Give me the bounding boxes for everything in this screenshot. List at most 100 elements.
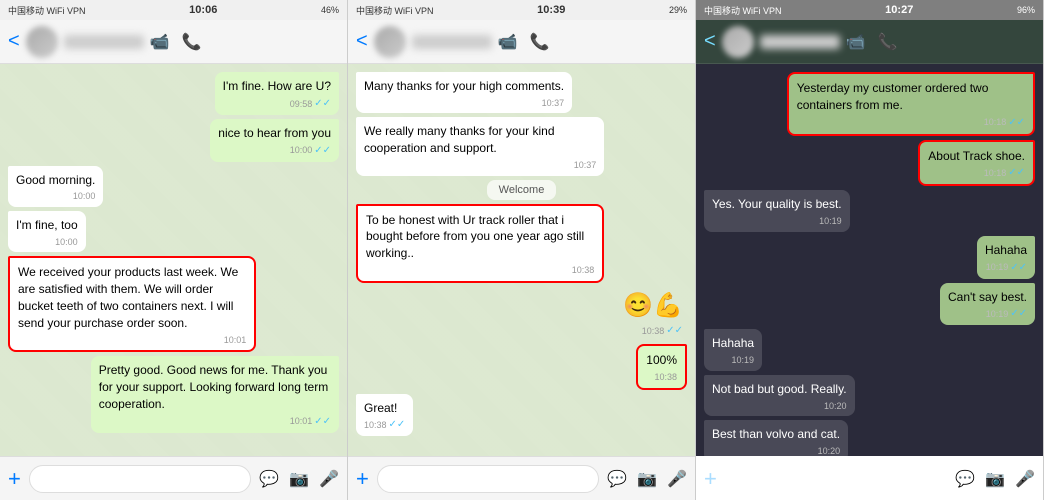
- chat-header: < 📹 📞: [0, 20, 347, 64]
- status-time: 10:06: [189, 4, 217, 16]
- message-text: Good morning.: [16, 172, 95, 189]
- message-time: 10:18✓✓: [797, 116, 1025, 130]
- camera-icon[interactable]: 📷: [985, 469, 1005, 489]
- video-call-icon[interactable]: 📹: [846, 32, 866, 52]
- message-input[interactable]: [29, 465, 251, 493]
- message-input[interactable]: [725, 465, 947, 493]
- input-bar: + 💬 📷 🎤: [0, 456, 347, 500]
- message-text: Great!: [364, 400, 405, 417]
- message-text: Hahaha: [712, 335, 754, 352]
- back-button[interactable]: <: [8, 30, 20, 53]
- message-bubble: To be honest with Ur track roller that i…: [356, 204, 604, 283]
- phone-3: 中国移动 WiFi VPN 10:27 96% < 📹 📞 Yesterday …: [696, 0, 1044, 500]
- message-time: 09:58✓✓: [223, 97, 331, 111]
- add-button[interactable]: +: [356, 466, 369, 492]
- message-row: Not bad but good. Really. 10:20: [704, 375, 1035, 416]
- message-row: nice to hear from you10:00✓✓: [8, 119, 339, 162]
- message-bubble: I'm fine, too10:00: [8, 211, 86, 252]
- sticker-icon[interactable]: 💬: [955, 469, 975, 489]
- message-text: I'm fine, too: [16, 217, 78, 234]
- voice-call-icon[interactable]: 📞: [530, 32, 550, 52]
- add-button[interactable]: +: [8, 466, 21, 492]
- message-row: I'm fine, too10:00: [8, 211, 339, 252]
- message-text: Yesterday my customer ordered two contai…: [797, 80, 1025, 114]
- input-bar: + 💬 📷 🎤: [348, 456, 695, 500]
- message-bubble: Great!10:38✓✓: [356, 394, 413, 437]
- status-bar: 中国移动 WiFi VPN 10:27 96%: [696, 0, 1043, 20]
- camera-icon[interactable]: 📷: [289, 469, 309, 489]
- video-call-icon[interactable]: 📹: [498, 32, 518, 52]
- message-time: 10:18✓✓: [928, 166, 1025, 180]
- message-row: To be honest with Ur track roller that i…: [356, 204, 687, 283]
- microphone-icon[interactable]: 🎤: [667, 469, 687, 489]
- chat-header: < 📹 📞: [696, 20, 1043, 64]
- status-battery: 46%: [321, 5, 339, 15]
- message-row: 😊💪10:38✓✓: [356, 287, 687, 341]
- message-time: 10:00✓✓: [218, 144, 331, 158]
- message-row: Good morning.10:00: [8, 166, 339, 207]
- microphone-icon[interactable]: 🎤: [1015, 469, 1035, 489]
- phone-1: 中国移动 WiFi VPN 10:06 46% < 📹 📞 I'm fine. …: [0, 0, 348, 500]
- message-time: 10:19✓✓: [985, 261, 1027, 275]
- message-time: 10:38: [646, 371, 677, 384]
- video-call-icon[interactable]: 📹: [150, 32, 170, 52]
- message-text: To be honest with Ur track roller that i…: [366, 212, 594, 262]
- welcome-message: Welcome: [487, 180, 557, 200]
- contact-name: [760, 35, 840, 49]
- status-bar: 中国移动 WiFi VPN 10:06 46%: [0, 0, 347, 20]
- message-bubble: Yes. Your quality is best.10:19: [704, 190, 850, 231]
- message-text: 100%: [646, 352, 677, 369]
- chat-header: < 📹 📞: [348, 20, 695, 64]
- message-row: Can't say best.10:19✓✓: [704, 283, 1035, 326]
- message-row: About Track shoe.10:18✓✓: [704, 140, 1035, 187]
- header-actions: 📹 📞: [150, 32, 202, 52]
- add-button[interactable]: +: [704, 466, 717, 492]
- message-bubble: Pretty good. Good news for me. Thank you…: [91, 356, 339, 432]
- sticker-icon[interactable]: 💬: [259, 469, 279, 489]
- message-row: Pretty good. Good news for me. Thank you…: [8, 356, 339, 432]
- microphone-icon[interactable]: 🎤: [319, 469, 339, 489]
- message-row: Yesterday my customer ordered two contai…: [704, 72, 1035, 136]
- message-bubble: Best than volvo and cat.10:20: [704, 420, 848, 456]
- message-text: We really many thanks for your kind coop…: [364, 123, 596, 157]
- message-bubble: About Track shoe.10:18✓✓: [918, 140, 1035, 187]
- back-button[interactable]: <: [356, 30, 368, 53]
- message-time: 10:38: [366, 264, 594, 277]
- message-bubble: nice to hear from you10:00✓✓: [210, 119, 339, 162]
- message-bubble: 100% 10:38: [636, 344, 687, 389]
- message-text: Not bad but good. Really.: [712, 381, 847, 398]
- message-row: Welcome: [356, 180, 687, 200]
- contact-avatar: [722, 26, 754, 58]
- status-battery: 96%: [1017, 5, 1035, 15]
- sticker-icon[interactable]: 💬: [607, 469, 627, 489]
- message-time: 10:19: [712, 215, 842, 228]
- message-time: 10:37: [364, 159, 596, 172]
- message-time: 10:20: [712, 400, 847, 413]
- contact-name: [64, 35, 144, 49]
- message-row: Best than volvo and cat.10:20: [704, 420, 1035, 456]
- message-time: 10:01: [18, 334, 246, 347]
- message-bubble: I'm fine. How are U?09:58✓✓: [215, 72, 339, 115]
- message-row: We really many thanks for your kind coop…: [356, 117, 687, 175]
- message-bubble: Hahaha 10:19✓✓: [977, 236, 1035, 279]
- voice-call-icon[interactable]: 📞: [878, 32, 898, 52]
- camera-icon[interactable]: 📷: [637, 469, 657, 489]
- message-text: About Track shoe.: [928, 148, 1025, 165]
- message-bubble: We really many thanks for your kind coop…: [356, 117, 604, 175]
- message-row: Many thanks for your high comments.10:37: [356, 72, 687, 113]
- status-carrier: 中国移动 WiFi VPN: [356, 4, 434, 17]
- message-text: Many thanks for your high comments.: [364, 78, 564, 95]
- message-time: 10:38✓✓: [364, 418, 405, 432]
- back-button[interactable]: <: [704, 30, 716, 53]
- header-actions: 📹 📞: [846, 32, 898, 52]
- message-text: We received your products last week. We …: [18, 264, 246, 331]
- message-time: 10:19: [712, 354, 754, 367]
- input-bar: + 💬 📷 🎤: [696, 456, 1043, 500]
- message-text: Hahaha: [985, 242, 1027, 259]
- message-input[interactable]: [377, 465, 599, 493]
- voice-call-icon[interactable]: 📞: [182, 32, 202, 52]
- chat-messages: Yesterday my customer ordered two contai…: [696, 64, 1043, 456]
- status-carrier: 中国移动 WiFi VPN: [704, 4, 782, 17]
- status-battery: 29%: [669, 5, 687, 15]
- header-actions: 📹 📞: [498, 32, 550, 52]
